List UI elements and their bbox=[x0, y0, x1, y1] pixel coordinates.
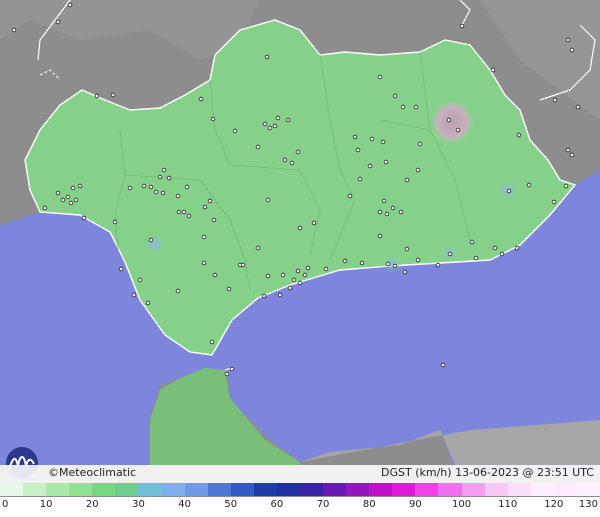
scale-label: 0 bbox=[2, 499, 9, 510]
scale-swatch bbox=[69, 483, 93, 496]
scale-label: 100 bbox=[451, 499, 472, 510]
scale-swatch bbox=[507, 483, 531, 496]
brand-credit: ©Meteoclimatic bbox=[48, 466, 136, 479]
scale-swatch bbox=[230, 483, 254, 496]
scale-swatch bbox=[323, 483, 347, 496]
scale-label: 10 bbox=[39, 499, 53, 510]
scale-swatch bbox=[300, 483, 324, 496]
scale-swatch bbox=[484, 483, 508, 496]
scale-swatch bbox=[184, 483, 208, 496]
scale-label: 90 bbox=[409, 499, 422, 510]
scale-swatch bbox=[207, 483, 231, 496]
scale-swatch bbox=[461, 483, 485, 496]
scale-label: 80 bbox=[362, 499, 376, 510]
scale-swatch bbox=[0, 483, 24, 496]
scale-swatch bbox=[115, 483, 139, 496]
scale-label: 60 bbox=[270, 499, 284, 510]
scale-swatch bbox=[576, 483, 600, 496]
scale-swatch bbox=[392, 483, 416, 496]
scale-swatch bbox=[253, 483, 277, 496]
scale-swatch bbox=[46, 483, 70, 496]
scale-swatch bbox=[161, 483, 185, 496]
color-scale-bar bbox=[0, 483, 600, 496]
scale-swatch bbox=[346, 483, 370, 496]
color-scale-labels: 0 10 20 30 40 50 60 70 80 90 100 110 120 130 bbox=[0, 497, 600, 517]
gust-spot-motril bbox=[382, 253, 402, 273]
scale-swatch bbox=[530, 483, 554, 496]
scale-label: 40 bbox=[178, 499, 191, 510]
scale-label: 30 bbox=[132, 499, 145, 510]
map-caption: DGST (km/h) 13-06-2023 @ 23:51 UTC bbox=[381, 466, 594, 479]
scale-swatch bbox=[23, 483, 47, 496]
scale-label: 50 bbox=[224, 499, 238, 510]
scale-label: 20 bbox=[85, 499, 99, 510]
scale-label: 130 bbox=[578, 499, 598, 510]
scale-swatch bbox=[438, 483, 462, 496]
scale-label: 70 bbox=[316, 499, 330, 510]
scale-swatch bbox=[276, 483, 301, 496]
scale-label: 120 bbox=[544, 499, 564, 510]
scale-swatch bbox=[553, 483, 577, 496]
scale-swatch bbox=[415, 483, 439, 496]
scale-swatch bbox=[369, 483, 393, 496]
scale-swatch bbox=[92, 483, 116, 496]
scale-label: 110 bbox=[498, 499, 518, 510]
map-canvas[interactable] bbox=[0, 0, 600, 517]
scale-swatch bbox=[138, 483, 162, 496]
brand-name: Meteoclimatic bbox=[59, 466, 137, 479]
gust-spot-cadiz bbox=[143, 232, 167, 256]
copyright-symbol: © bbox=[48, 466, 59, 479]
gust-hotspot-granada bbox=[430, 100, 474, 144]
